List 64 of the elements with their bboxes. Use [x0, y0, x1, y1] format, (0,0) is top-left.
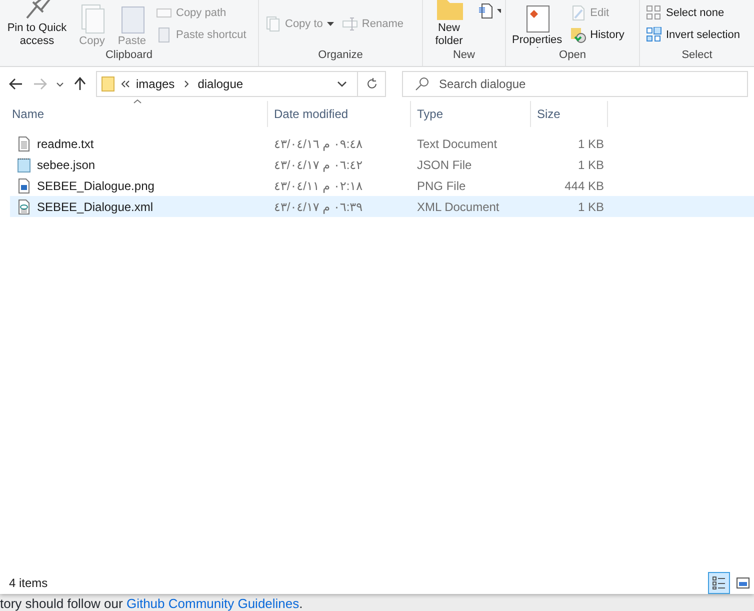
- ribbon-button[interactable]: New folder: [427, 2, 471, 48]
- image-file-icon: [16, 178, 32, 194]
- up-arrow-icon: [74, 77, 86, 91]
- guidelines-link[interactable]: Github Community Guidelines: [126, 596, 300, 611]
- select-none-icon: [646, 5, 662, 21]
- clock-icon: [570, 27, 586, 43]
- ribbon-button[interactable]: History: [568, 24, 626, 46]
- chevron-down-icon: [56, 82, 64, 86]
- date-modified: ٠٢:١٨ م ٤٣/٠٤/١١: [273, 178, 364, 192]
- document-icon: [477, 3, 493, 19]
- refresh-icon: [366, 78, 378, 90]
- rename-icon: [342, 16, 358, 32]
- invert-selection-icon: [646, 27, 662, 43]
- ribbon-button[interactable]: Properties: [510, 2, 564, 48]
- column-header[interactable]: Size: [531, 101, 608, 127]
- group-label: Select: [680, 48, 714, 63]
- file-name: sebee.json: [37, 158, 96, 172]
- group-label: New: [452, 48, 476, 63]
- column-header[interactable]: Name: [10, 101, 268, 127]
- column-header[interactable]: Type: [411, 101, 531, 127]
- breadcrumb[interactable]: dialogue: [194, 77, 246, 91]
- xml-file-icon: [16, 198, 32, 214]
- file-type: Text Document: [416, 136, 498, 150]
- item-count: 4 items: [9, 576, 48, 590]
- address-bar[interactable]: images dialogue: [96, 71, 358, 97]
- background-page-text: tory should follow our Github Community Guidelines.: [0, 596, 304, 611]
- refresh-button[interactable]: [358, 71, 386, 97]
- ribbon-button[interactable]: Select none: [644, 2, 742, 24]
- list-icon: [712, 576, 726, 590]
- breadcrumb[interactable]: images: [133, 77, 178, 91]
- image-icon: [736, 577, 750, 589]
- dropdown-icon[interactable]: [337, 81, 347, 87]
- group-label: Open: [558, 48, 587, 63]
- details-view-button[interactable]: [708, 572, 730, 594]
- search-icon: [415, 77, 429, 91]
- pencil-icon: [570, 5, 586, 21]
- notepad-icon: [16, 156, 32, 172]
- ribbon-button[interactable]: Invert selection: [644, 24, 742, 46]
- right-arrow-icon: [33, 78, 47, 90]
- search-box[interactable]: Search dialogue: [402, 71, 748, 97]
- date-modified: ٠٩:٤٨ م ٤٣/٠٤/١٦: [273, 136, 364, 150]
- file-size: 444 KB: [564, 178, 605, 192]
- file-type: PNG File: [416, 178, 467, 192]
- file-name: SEBEE_Dialogue.xml: [37, 200, 154, 214]
- file-type: JSON File: [416, 158, 473, 172]
- file-name: SEBEE_Dialogue.png: [37, 178, 154, 192]
- left-arrow-icon: [9, 78, 23, 90]
- column-header[interactable]: Date modified: [268, 101, 411, 127]
- chevron-icon: [184, 80, 189, 88]
- text-file-icon: [16, 136, 32, 152]
- file-size: 1 KB: [576, 158, 605, 172]
- file-size: 1 KB: [576, 200, 605, 214]
- clipboard-icon: [156, 27, 172, 43]
- documents-icon: [265, 16, 281, 32]
- file-name: readme.txt: [37, 136, 94, 150]
- group-label: Clipboard: [104, 48, 154, 63]
- double-chevron-icon: [121, 80, 130, 88]
- file-size: 1 KB: [576, 136, 605, 150]
- date-modified: ٠٦:٣٩ م ٤٣/٠٤/١٧: [273, 200, 364, 214]
- date-modified: ٠٦:٤٢ م ٤٣/٠٤/١٧: [273, 158, 364, 172]
- file-type: XML Document: [416, 200, 500, 214]
- group-label: Organize: [317, 48, 364, 63]
- ribbon-button[interactable]: Pin to Quick access: [4, 2, 70, 48]
- folder-icon: [101, 76, 115, 92]
